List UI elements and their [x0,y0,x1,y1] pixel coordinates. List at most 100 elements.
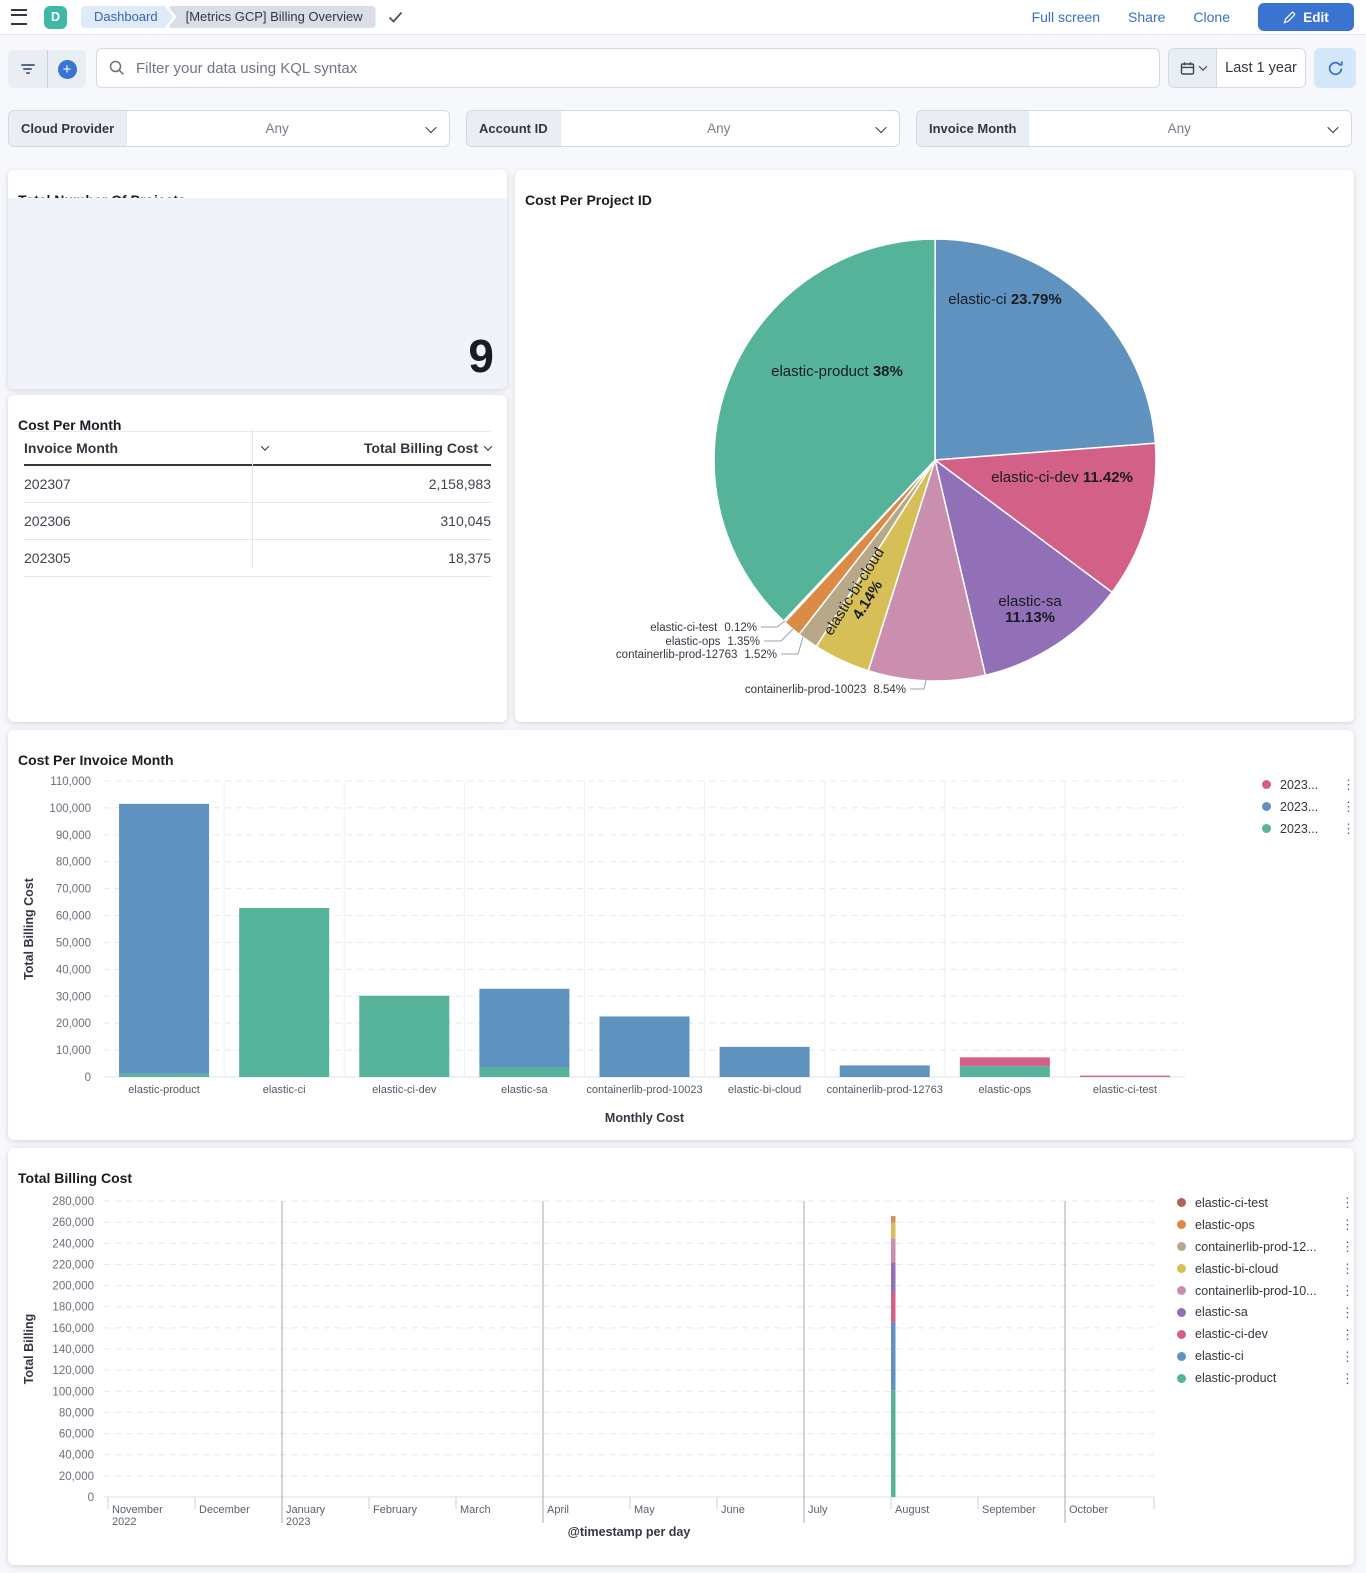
pie-label-elastic-sa: elastic-sa11.13% [998,593,1062,626]
legend-color-dot [1177,1308,1186,1317]
plus-icon: + [58,60,77,79]
edit-button[interactable]: Edit [1258,3,1354,31]
legend-label[interactable]: elastic-ci [1195,1349,1244,1363]
legend-options-icon[interactable]: ⋮ [1341,1350,1353,1363]
svg-text:containerlib-prod-10023: containerlib-prod-10023 [586,1084,702,1096]
svg-text:0: 0 [85,1072,91,1084]
kql-search-input[interactable] [134,59,1147,78]
column-header-total-billing-cost[interactable]: Total Billing Cost [268,440,491,456]
bar-elastic-sa[interactable] [479,1068,569,1077]
bar-elastic-ci-test[interactable] [1080,1076,1170,1077]
filter-value: Any [127,121,427,136]
metric-background [8,198,507,389]
clone-button[interactable]: Clone [1193,9,1230,25]
bar-elastic-bi-cloud[interactable] [720,1047,810,1077]
column-header-invoice-month[interactable]: Invoice Month [24,440,268,456]
legend-label[interactable]: 2023... [1280,778,1318,792]
legend-label[interactable]: elastic-product [1195,1371,1276,1385]
date-picker-calendar-button[interactable] [1169,49,1217,87]
legend-label[interactable]: 2023... [1280,822,1318,836]
svg-text:March: March [460,1504,491,1516]
ts-bar-segment-elastic-ops[interactable] [891,1217,896,1222]
menu-button[interactable] [0,0,38,34]
filter-controls-group: + [8,50,86,88]
legend-label[interactable]: elastic-ci-test [1195,1196,1268,1210]
menu-icon [11,9,27,25]
pie-callout-label-containerlib-prod-10023: containerlib-prod-100238.54% [745,684,906,696]
full-screen-button[interactable]: Full screen [1032,9,1100,25]
legend-color-dot [1177,1286,1186,1295]
bar-elastic-product[interactable] [119,1074,209,1077]
legend-label[interactable]: elastic-ops [1195,1218,1255,1232]
ts-bar-segment-containerlib-prod-12763[interactable] [891,1222,896,1224]
bar-elastic-sa[interactable] [479,989,569,1068]
legend-color-dot [1262,780,1271,789]
legend-label[interactable]: containerlib-prod-12... [1195,1240,1317,1254]
share-button[interactable]: Share [1128,9,1165,25]
bar-elastic-product[interactable] [119,804,209,1074]
space-avatar[interactable]: D [44,6,67,29]
panel-title: Total Billing Cost [18,1170,132,1186]
filter-account-id[interactable]: Account IDAny [466,110,900,147]
svg-text:200,000: 200,000 [52,1281,94,1293]
svg-text:2022: 2022 [112,1516,136,1528]
svg-text:elastic-product: elastic-product [128,1084,200,1096]
legend-label[interactable]: 2023... [1280,800,1318,814]
svg-text:2023: 2023 [286,1516,310,1528]
legend-item: 2023... ⋮ [1262,774,1354,796]
filter-label: Cloud Provider [9,111,127,146]
legend-item: elastic-ops ⋮ [1177,1214,1353,1236]
svg-text:40,000: 40,000 [59,1450,94,1462]
bar-containerlib-prod-10023[interactable] [600,1016,690,1077]
legend-item: elastic-ci-test ⋮ [1177,1192,1353,1214]
bar-elastic-ci-dev[interactable] [359,996,449,1077]
bar-elastic-ops[interactable] [960,1066,1050,1077]
pencil-icon [1283,11,1296,24]
pie-slice-elastic-ci[interactable] [935,239,1155,460]
ts-bar-segment-elastic-product[interactable] [891,1390,896,1497]
legend-options-icon[interactable]: ⋮ [1341,1328,1353,1341]
bar-containerlib-prod-12763[interactable] [840,1065,930,1077]
legend-options-icon[interactable]: ⋮ [1342,800,1354,813]
filter-invoice-month[interactable]: Invoice MonthAny [916,110,1352,147]
legend-options-icon[interactable]: ⋮ [1341,1372,1353,1385]
chevron-down-icon [1198,62,1206,70]
legend-options-icon[interactable]: ⋮ [1341,1196,1353,1209]
legend-options-icon[interactable]: ⋮ [1341,1240,1353,1253]
svg-text:September: September [982,1504,1036,1516]
bar-elastic-ci[interactable] [239,908,329,1077]
legend-item: containerlib-prod-12... ⋮ [1177,1236,1353,1258]
filter-cloud-provider[interactable]: Cloud ProviderAny [8,110,450,147]
breadcrumb-dashboard[interactable]: Dashboard [81,6,174,28]
ts-bar-segment-elastic-bi-cloud[interactable] [891,1223,896,1238]
legend-label[interactable]: elastic-sa [1195,1305,1248,1319]
ts-bar-segment-elastic-ci-test[interactable] [891,1216,896,1217]
refresh-button[interactable] [1314,48,1356,88]
legend-options-icon[interactable]: ⋮ [1341,1218,1353,1231]
svg-text:elastic-sa: elastic-sa [501,1084,548,1096]
legend-options-icon[interactable]: ⋮ [1341,1306,1353,1319]
legend-options-icon[interactable]: ⋮ [1341,1262,1353,1275]
add-filter-button[interactable]: + [47,50,86,88]
svg-text:260,000: 260,000 [52,1217,94,1229]
legend-label[interactable]: containerlib-prod-10... [1195,1284,1317,1298]
legend-label[interactable]: elastic-ci-dev [1195,1327,1268,1341]
svg-text:July: July [808,1504,828,1516]
svg-text:40,000: 40,000 [56,964,91,976]
time-range-button[interactable]: Last 1 year [1217,49,1305,87]
legend-options-icon[interactable]: ⋮ [1341,1284,1353,1297]
svg-text:elastic-ci: elastic-ci [263,1084,306,1096]
column-header-label: Total Billing Cost [364,440,478,456]
ts-bar-segment-elastic-sa[interactable] [891,1262,896,1292]
saved-filters-button[interactable] [8,50,47,88]
legend-label[interactable]: elastic-bi-cloud [1195,1262,1278,1276]
svg-text:containerlib-prod-12763: containerlib-prod-12763 [827,1084,943,1096]
chevron-down-icon [425,121,436,132]
ts-bar-segment-elastic-ci-dev[interactable] [891,1292,896,1323]
bar-elastic-ops[interactable] [960,1057,1050,1066]
ts-bar-segment-containerlib-prod-10023[interactable] [891,1238,896,1262]
ts-bar-segment-elastic-ci[interactable] [891,1323,896,1391]
legend-options-icon[interactable]: ⋮ [1342,822,1354,835]
cell-total-billing-cost: 2,158,983 [268,476,491,492]
legend-options-icon[interactable]: ⋮ [1342,778,1354,791]
